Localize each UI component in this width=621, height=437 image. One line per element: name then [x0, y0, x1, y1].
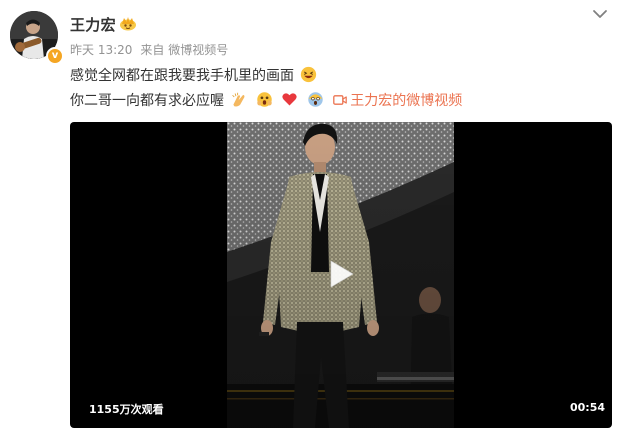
shocked-face-emoji-icon: [257, 92, 272, 107]
video-camera-icon: [333, 95, 348, 105]
post-source[interactable]: 来自 微博视频号: [140, 43, 228, 57]
post-time[interactable]: 昨天 13:20: [70, 43, 132, 57]
author-name[interactable]: 王力宏: [70, 14, 116, 35]
verified-badge-icon: v: [46, 47, 64, 65]
post-meta: 昨天 13:20 来自 微博视频号: [70, 41, 236, 58]
chevron-down-icon[interactable]: [592, 8, 608, 20]
video-link-label: 王力宏的微博视频: [350, 93, 463, 109]
crown-icon[interactable]: [119, 15, 137, 31]
weibo-post-card: v 王力宏 昨天 13:20 来自 微博视频号 感觉全网都在跟我要我手机里的画面 …: [0, 0, 621, 437]
screaming-face-emoji-icon: [308, 92, 323, 107]
video-player[interactable]: 1155万次观看 00:54: [70, 122, 612, 428]
clapping-hands-icon: [232, 92, 245, 107]
play-icon[interactable]: [322, 256, 358, 292]
video-duration: 00:54: [570, 401, 606, 414]
red-heart-icon: [282, 93, 297, 106]
post-text-line-2: 你二哥一向都有求必应喔 王力宏的微博视频: [70, 91, 462, 111]
post-text-2: 你二哥一向都有求必应喔: [70, 93, 224, 109]
view-count: 1155万次观看: [89, 403, 164, 416]
post-text-line-1: 感觉全网都在跟我要我手机里的画面: [70, 66, 319, 86]
laughing-emoji-icon: [301, 66, 317, 83]
video-link[interactable]: 王力宏的微博视频: [333, 93, 462, 109]
post-text-1: 感觉全网都在跟我要我手机里的画面: [70, 68, 294, 84]
